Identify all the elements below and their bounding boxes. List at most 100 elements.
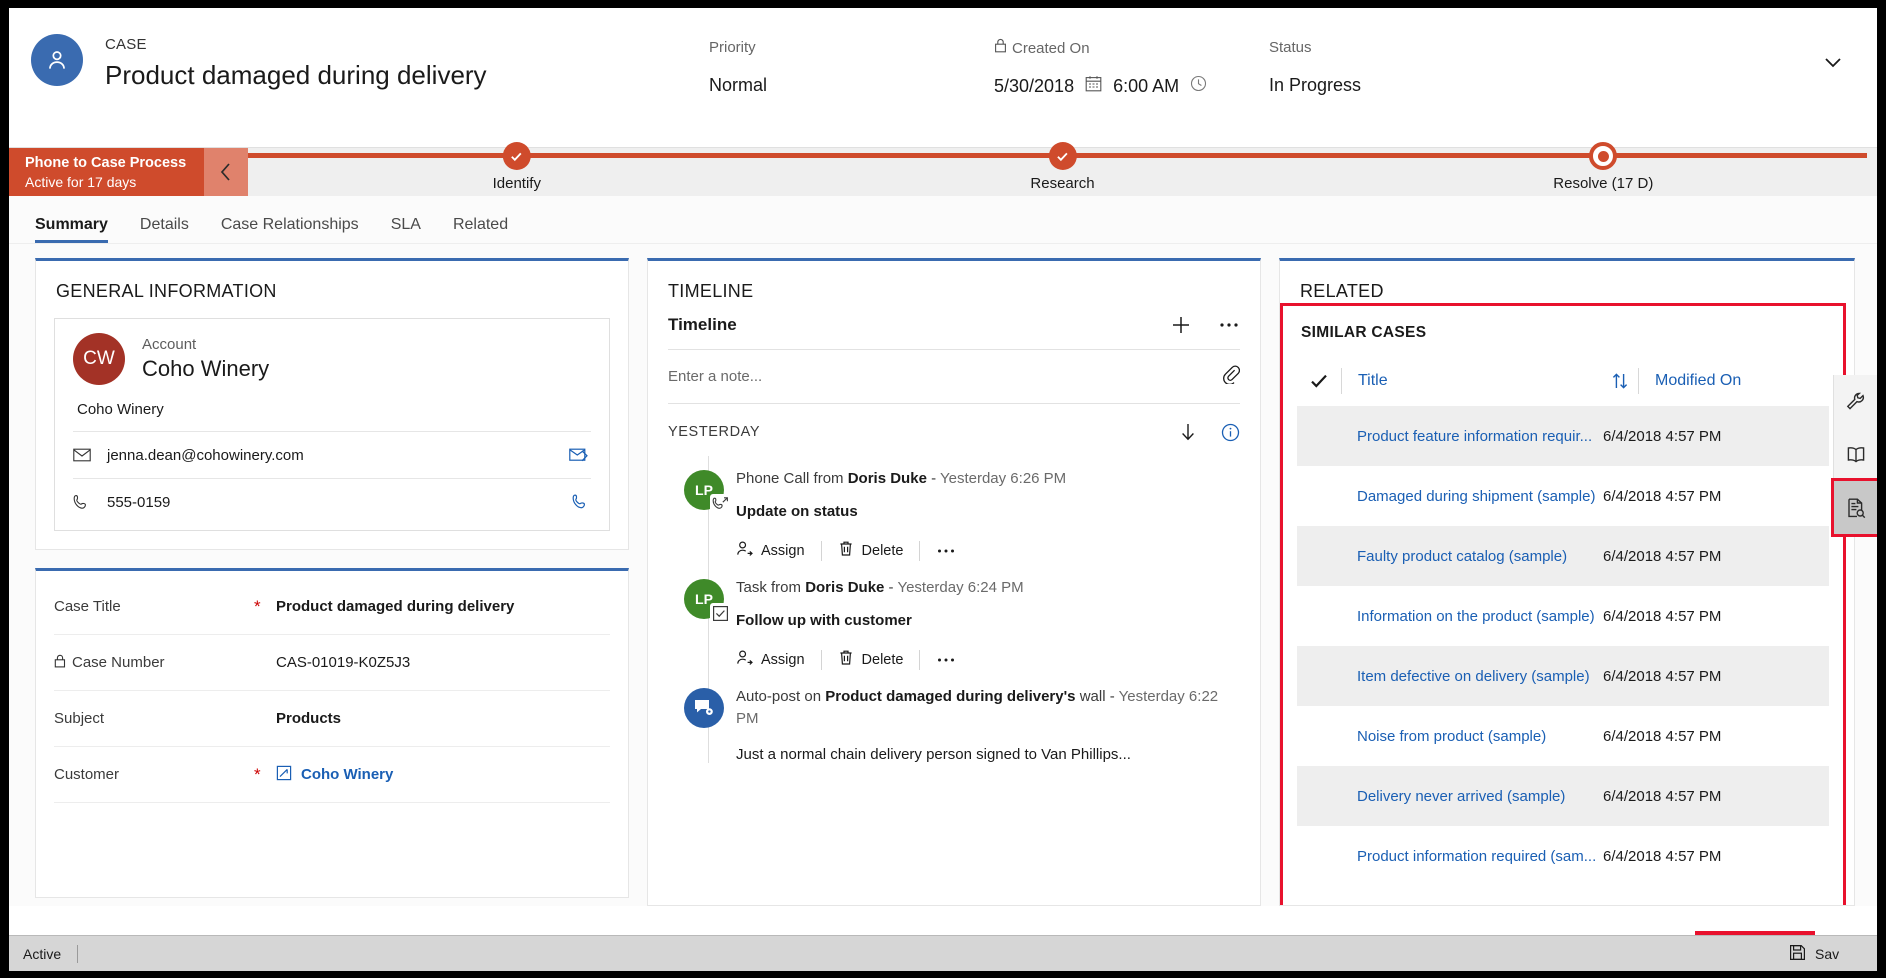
outgoing-call-icon [710, 494, 730, 514]
timeline-item-separator: wall - [1075, 688, 1119, 705]
row-title[interactable]: Noise from product (sample) [1341, 728, 1603, 745]
row-title[interactable]: Product feature information requir... [1341, 428, 1603, 445]
customer-label: Customer [54, 766, 120, 783]
customer-name: Coho Winery [301, 766, 394, 783]
row-title[interactable]: Information on the product (sample) [1341, 608, 1603, 625]
assign-label: Assign [761, 651, 805, 668]
process-stage-label: Identify [492, 175, 541, 192]
row-title[interactable]: Product information required (sam... [1341, 848, 1603, 865]
timeline-item-header: Phone Call from Doris Duke - Yesterday 6… [736, 468, 1240, 490]
process-stage-research[interactable]: Research [1030, 142, 1095, 192]
process-stage-label: Research [1030, 175, 1095, 192]
table-row[interactable]: Damaged during shipment (sample) 6/4/201… [1297, 466, 1829, 526]
timeline-item-separator: - [884, 579, 898, 596]
timeline-item-separator: - [926, 470, 940, 487]
book-icon[interactable] [1834, 428, 1877, 481]
sort-updown-icon[interactable] [1602, 371, 1638, 391]
tab-sla[interactable]: SLA [391, 216, 421, 243]
column-header-modified-on[interactable]: Modified On [1639, 372, 1829, 390]
timeline-item[interactable]: Auto-post on Product damaged during deli… [648, 674, 1260, 744]
assign-button[interactable]: Assign [736, 540, 821, 561]
arrow-down-icon[interactable] [1179, 422, 1197, 442]
column-header-title[interactable]: Title [1342, 372, 1602, 390]
status-value[interactable]: In Progress [1269, 72, 1361, 98]
save-button[interactable]: Sav [1789, 944, 1863, 964]
related-card: RELATED SIMILAR CASES Title Modified On … [1279, 258, 1855, 906]
timeline-item[interactable]: LP Phone Call from Doris Duke - Yesterda… [648, 456, 1260, 565]
table-row[interactable]: Faulty product catalog (sample) 6/4/2018… [1297, 526, 1829, 586]
header-field-priority: Priority Normal [709, 38, 994, 99]
ellipsis-icon[interactable] [936, 542, 972, 560]
row-title[interactable]: Faulty product catalog (sample) [1341, 548, 1603, 565]
checkmark-icon[interactable] [1297, 372, 1341, 390]
send-email-icon[interactable] [569, 447, 589, 463]
customer-value-link[interactable]: Coho Winery [276, 765, 393, 785]
table-row[interactable]: Noise from product (sample) 6/4/2018 4:5… [1297, 706, 1829, 766]
lock-icon [54, 654, 66, 672]
tab-details[interactable]: Details [140, 216, 189, 243]
account-phone[interactable]: 555-0159 [107, 494, 170, 511]
row-title[interactable]: Damaged during shipment (sample) [1341, 488, 1603, 505]
paperclip-icon[interactable] [1222, 364, 1241, 389]
field-row-case-number: Case Number CAS-01019-K0Z5J3 [54, 635, 610, 691]
process-stage-label: Resolve (17 D) [1553, 175, 1654, 192]
avatar: LP [684, 579, 730, 623]
chevron-down-icon[interactable] [1819, 52, 1847, 72]
ellipsis-icon[interactable] [1218, 314, 1240, 336]
timeline-item-kind: Task from [736, 579, 806, 596]
tab-summary[interactable]: Summary [35, 216, 108, 243]
plus-icon[interactable] [1170, 314, 1192, 336]
call-phone-icon[interactable] [572, 494, 589, 511]
tab-case-relationships[interactable]: Case Relationships [221, 216, 359, 243]
account-email[interactable]: jenna.dean@cohowinery.com [107, 447, 304, 464]
similar-cases-title: SIMILAR CASES [1301, 324, 1427, 341]
auto-post-icon [684, 688, 724, 728]
row-title[interactable]: Delivery never arrived (sample) [1341, 788, 1603, 805]
form-body: GENERAL INFORMATION CW Account Coho Wine… [9, 244, 1877, 906]
document-search-icon[interactable] [1831, 478, 1877, 537]
assign-person-icon [736, 649, 753, 670]
row-modified-on: 6/4/2018 4:57 PM [1603, 727, 1722, 745]
account-name[interactable]: Coho Winery [142, 354, 269, 384]
row-title[interactable]: Item defective on delivery (sample) [1341, 668, 1603, 685]
save-label: Sav [1815, 945, 1840, 962]
table-row[interactable]: Delivery never arrived (sample) 6/4/2018… [1297, 766, 1829, 826]
process-name-block[interactable]: Phone to Case Process Active for 17 days [9, 148, 204, 196]
similar-cases-panel: SIMILAR CASES Title Modified On Product … [1280, 303, 1846, 905]
assign-button[interactable]: Assign [736, 649, 821, 670]
form-tabs: Summary Details Case Relationships SLA R… [9, 196, 1877, 244]
subject-value[interactable]: Products [276, 710, 341, 727]
timeline-item-actions: Assign Delete [736, 649, 1240, 670]
clock-icon [1190, 73, 1207, 99]
avatar: LP [684, 470, 730, 514]
timeline-item-body: Follow up with customer [736, 612, 912, 629]
table-row[interactable]: Product information required (sam... 6/4… [1297, 826, 1829, 886]
tab-related[interactable]: Related [453, 216, 508, 243]
status-badge: Active [23, 945, 62, 962]
wrench-icon[interactable] [1834, 375, 1877, 428]
process-stage-resolve[interactable]: Resolve (17 D) [1553, 142, 1654, 192]
info-circle-icon[interactable] [1221, 423, 1240, 442]
required-marker: * [254, 596, 261, 616]
priority-value[interactable]: Normal [709, 72, 767, 98]
chevron-left-icon[interactable] [204, 148, 248, 196]
table-row[interactable]: Product feature information requir... 6/… [1297, 406, 1829, 466]
lock-icon [994, 38, 1007, 59]
header-field-created-on: Created On 5/30/2018 6:00 AM [994, 38, 1269, 99]
timeline-item-truncated-text: Just a normal chain delivery person sign… [736, 746, 1131, 763]
table-row[interactable]: Information on the product (sample) 6/4/… [1297, 586, 1829, 646]
delete-button[interactable]: Delete [838, 540, 920, 561]
note-input-row[interactable]: Enter a note... [668, 350, 1241, 404]
row-modified-on: 6/4/2018 4:57 PM [1603, 607, 1722, 625]
delete-label: Delete [861, 542, 904, 559]
delete-button[interactable]: Delete [838, 649, 920, 670]
page-title: Product damaged during delivery [105, 60, 487, 90]
process-stage-identify[interactable]: Identify [492, 142, 541, 192]
timeline-item-body: Update on status [736, 503, 858, 520]
case-title-value[interactable]: Product damaged during delivery [276, 598, 514, 615]
row-modified-on: 6/4/2018 4:57 PM [1603, 847, 1722, 865]
ellipsis-icon[interactable] [936, 651, 972, 669]
table-row[interactable]: Item defective on delivery (sample) 6/4/… [1297, 646, 1829, 706]
timeline-item[interactable]: LP Task from Doris Duke - Yesterday 6:24… [648, 565, 1260, 674]
similar-cases-grid-header: Title Modified On [1297, 356, 1829, 406]
